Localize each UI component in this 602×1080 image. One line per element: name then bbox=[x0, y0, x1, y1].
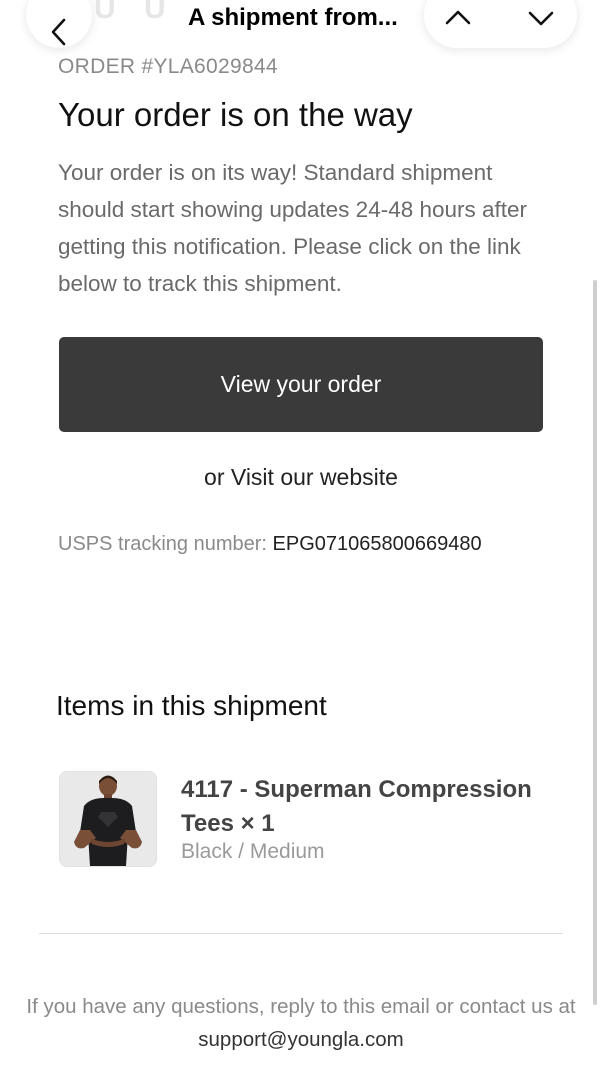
email-subject: A shipment from... bbox=[188, 4, 398, 31]
tracking-label: USPS tracking number: bbox=[58, 533, 273, 555]
faded-logo: U U bbox=[94, 0, 176, 25]
view-order-button[interactable]: View your order bbox=[59, 337, 543, 432]
intro-paragraph: Your order is on its way! Standard shipm… bbox=[58, 160, 528, 296]
support-email-link[interactable]: support@youngla.com bbox=[198, 1028, 403, 1051]
message-navigation bbox=[424, 0, 577, 48]
scrollbar[interactable] bbox=[593, 280, 597, 1005]
visit-website-link[interactable]: or Visit our website bbox=[0, 464, 602, 491]
chevron-down-icon bbox=[528, 11, 554, 26]
product-thumbnail bbox=[59, 771, 157, 867]
items-section-title: Items in this shipment bbox=[56, 690, 327, 721]
item-variant: Black / Medium bbox=[181, 840, 325, 863]
tracking-info: USPS tracking number: EPG071065800669480 bbox=[58, 533, 482, 556]
footer-message: If you have any questions, reply to this… bbox=[26, 995, 576, 1018]
email-top-bar: U U A shipment from... bbox=[0, 0, 602, 50]
tracking-number[interactable]: EPG071065800669480 bbox=[273, 533, 482, 555]
back-button[interactable] bbox=[26, 0, 92, 48]
next-message-button[interactable] bbox=[521, 0, 561, 36]
chevron-up-icon bbox=[445, 10, 471, 25]
footer-text: If you have any questions, reply to this… bbox=[0, 990, 602, 1056]
previous-message-button[interactable] bbox=[438, 0, 478, 36]
email-headline: Your order is on the way bbox=[58, 96, 413, 133]
order-number: ORDER #YLA6029844 bbox=[58, 55, 278, 78]
product-image bbox=[60, 772, 156, 866]
divider bbox=[39, 933, 563, 934]
chevron-left-icon bbox=[51, 18, 66, 46]
item-name[interactable]: 4117 - Superman Compression Tees × 1 bbox=[181, 773, 561, 841]
